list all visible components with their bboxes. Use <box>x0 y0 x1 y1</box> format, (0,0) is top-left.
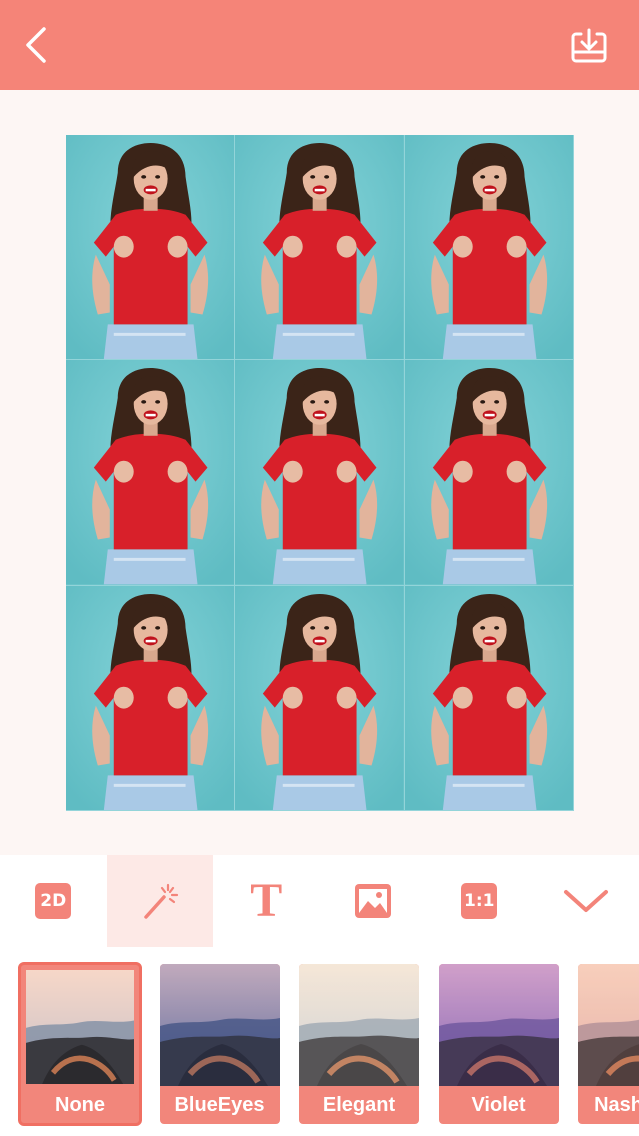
portrait-image <box>235 585 404 810</box>
portrait-image <box>235 135 404 360</box>
filter-label: Elegant <box>322 1094 396 1116</box>
chevron-down-icon <box>563 890 608 912</box>
magic-wand-icon <box>144 883 178 919</box>
filter-thumbnail <box>26 970 134 1084</box>
portrait-image <box>404 585 573 810</box>
photo-cell[interactable] <box>235 135 405 361</box>
filter-label: None <box>55 1094 105 1116</box>
tool-filter[interactable] <box>106 855 213 947</box>
photo-cell[interactable] <box>66 585 236 811</box>
photo-sheet[interactable] <box>66 135 574 811</box>
portrait-image <box>404 360 573 585</box>
filter-thumbnail <box>578 964 639 1086</box>
canvas-area <box>0 90 639 855</box>
portrait-image <box>235 360 404 585</box>
photo-cell[interactable] <box>404 135 574 361</box>
image-icon <box>354 884 391 918</box>
back-button[interactable] <box>16 22 56 68</box>
photo-cell[interactable] <box>66 135 236 361</box>
tool-ratio[interactable]: 1:1 <box>426 855 533 947</box>
filter-thumbnail <box>438 964 559 1086</box>
filter-thumbnail <box>299 964 419 1086</box>
photo-cell[interactable] <box>235 585 405 811</box>
tool-2d[interactable]: 2D <box>0 855 107 947</box>
photo-cell[interactable] <box>66 360 236 586</box>
filter-label: BlueEyes <box>174 1094 265 1116</box>
top-bar <box>0 0 639 90</box>
save-button[interactable] <box>567 24 611 68</box>
text-icon: T <box>250 874 283 927</box>
filter-label: Violet <box>471 1094 526 1116</box>
filter-violet[interactable]: Violet <box>438 964 559 1124</box>
filter-strip[interactable]: None BlueEyes Elegant Violet Nash <box>0 947 639 1136</box>
portrait-image <box>404 135 573 360</box>
tool-text[interactable]: T <box>213 855 320 947</box>
portrait-image <box>66 135 235 360</box>
photo-cell[interactable] <box>404 360 574 586</box>
chevron-left-icon <box>26 27 46 63</box>
filter-label: Nashville <box>594 1094 639 1116</box>
photo-cell[interactable] <box>235 360 405 586</box>
portrait-image <box>66 360 235 585</box>
filter-none[interactable]: None <box>18 962 142 1126</box>
photo-cell[interactable] <box>404 585 574 811</box>
2d-icon: 2D <box>35 883 72 919</box>
filter-blueeyes[interactable]: BlueEyes <box>159 964 280 1124</box>
portrait-image <box>66 585 235 810</box>
filter-elegant[interactable]: Elegant <box>299 964 419 1124</box>
edit-toolbar: 2D T 1:1 <box>0 855 639 948</box>
filter-nashville[interactable]: Nashville <box>578 964 639 1124</box>
ratio-icon: 1:1 <box>461 883 498 919</box>
tool-collapse[interactable] <box>533 855 639 947</box>
download-tray-icon <box>571 28 607 63</box>
tool-image[interactable] <box>320 855 427 947</box>
filter-thumbnail <box>159 964 280 1086</box>
